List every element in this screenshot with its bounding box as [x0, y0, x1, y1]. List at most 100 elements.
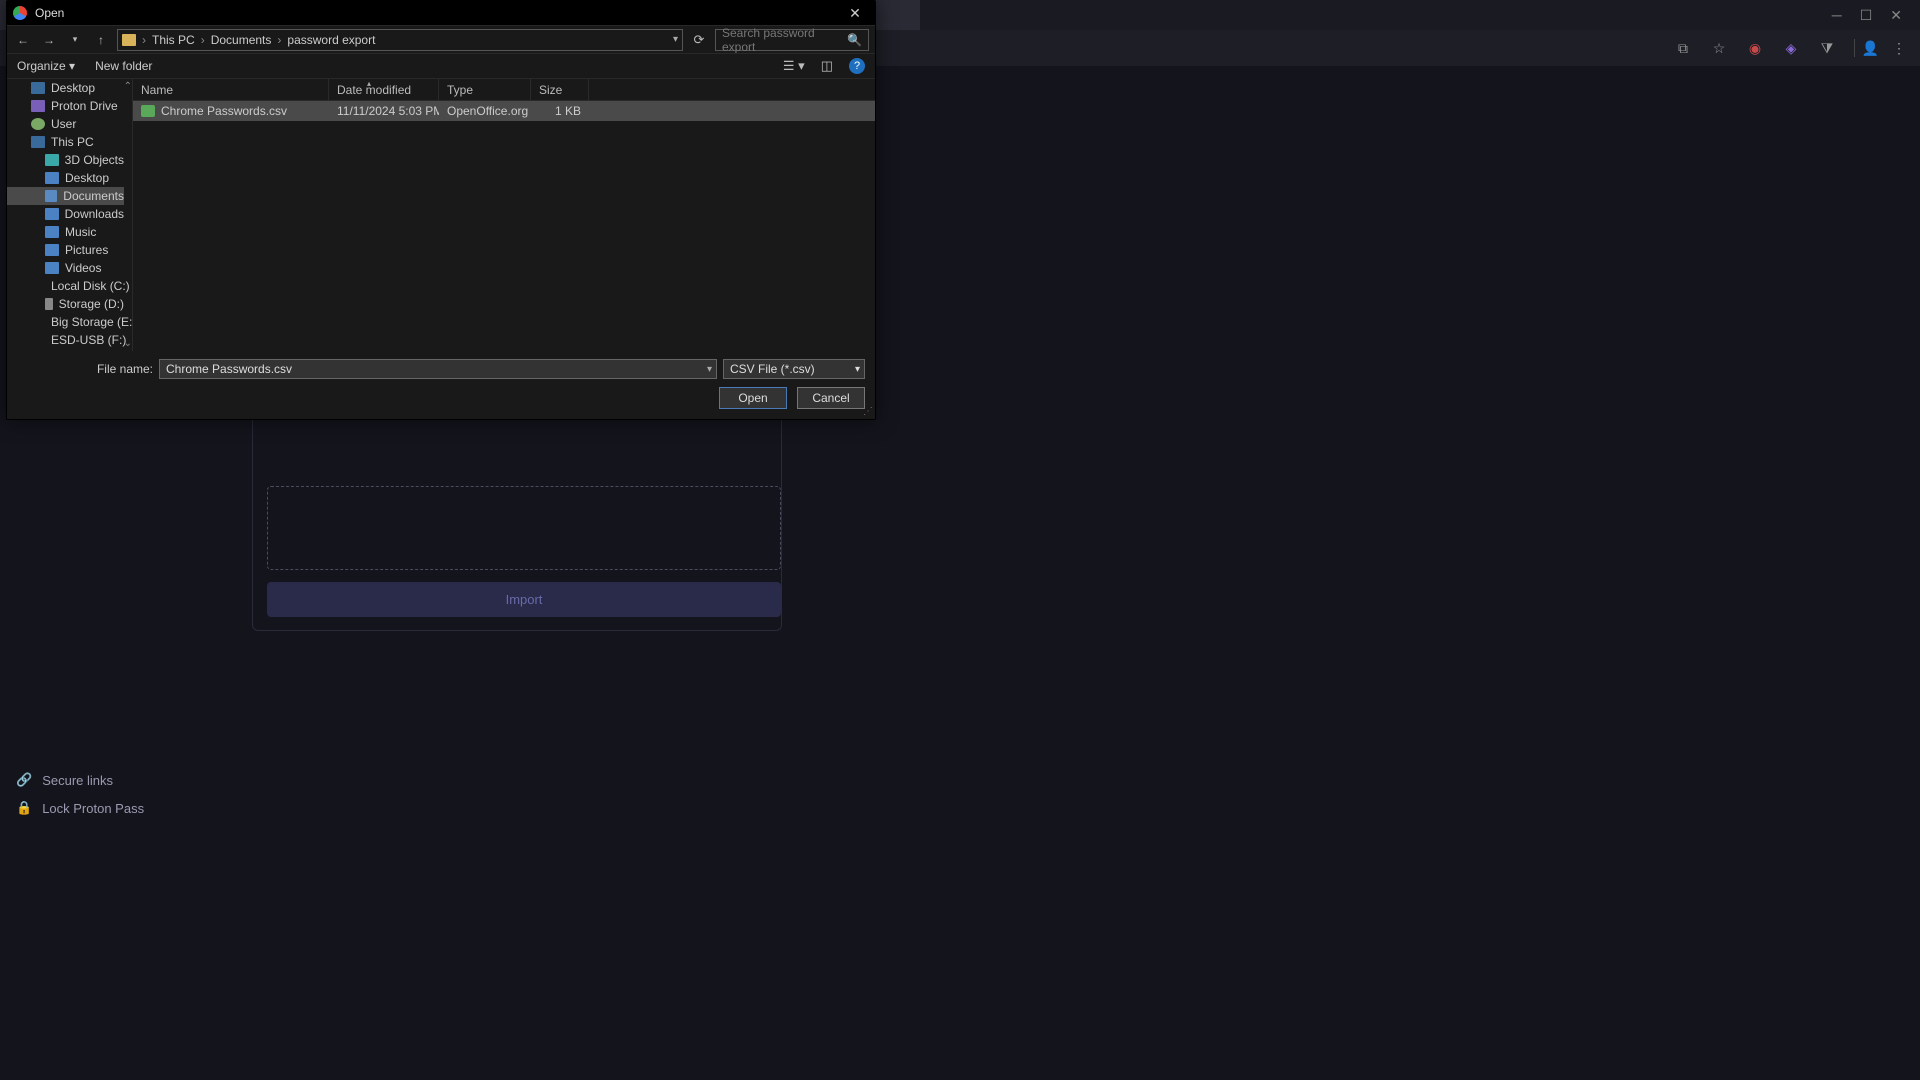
tree-item[interactable]: Pictures	[7, 241, 124, 259]
file-drop-zone[interactable]	[267, 486, 781, 570]
folder-b-icon	[45, 262, 59, 274]
import-panel: Import	[267, 486, 781, 617]
tree-item[interactable]: Desktop	[7, 79, 124, 97]
dialog-body: DesktopProton DriveUserThis PC3D Objects…	[7, 79, 875, 351]
breadcrumb-sep: ›	[201, 33, 205, 47]
tree-item-label: This PC	[51, 135, 94, 149]
nav-forward-button[interactable]: →	[39, 30, 59, 50]
nav-back-button[interactable]: ←	[13, 30, 33, 50]
sort-indicator-icon: ▴	[367, 79, 371, 88]
import-button[interactable]: Import	[267, 582, 781, 617]
folder-icon	[122, 34, 136, 46]
file-name-value: Chrome Passwords.csv	[166, 362, 292, 376]
file-type: OpenOffice.org 1....	[439, 104, 531, 118]
tree-item[interactable]: Videos	[7, 259, 124, 277]
file-name-input[interactable]: Chrome Passwords.csv ▾	[159, 359, 717, 379]
file-size: 1 KB	[531, 104, 589, 118]
tree-scroll-indicator[interactable]: ⌃⌄	[124, 79, 132, 351]
tree-item-label: Videos	[65, 261, 101, 275]
tree-item[interactable]: Storage (D:)	[7, 295, 124, 313]
address-dropdown-icon[interactable]: ▾	[673, 34, 678, 45]
user-icon	[31, 118, 45, 130]
address-bar[interactable]: › This PC › Documents › password export …	[117, 29, 683, 51]
tree-item-label: Music	[65, 225, 96, 239]
dialog-titlebar[interactable]: Open ✕	[7, 1, 875, 25]
new-folder-button[interactable]: New folder	[95, 59, 152, 73]
file-name: Chrome Passwords.csv	[161, 104, 287, 118]
doc-icon	[45, 190, 57, 202]
tree-item[interactable]: Documents	[7, 187, 124, 205]
column-modified[interactable]: Date modified	[329, 79, 439, 100]
open-button[interactable]: Open	[719, 387, 787, 409]
breadcrumb-pc[interactable]: This PC	[152, 33, 195, 47]
install-icon[interactable]: ⧉	[1674, 39, 1692, 57]
nav-up-button[interactable]: ↑	[91, 30, 111, 50]
tree-item-label: Documents	[63, 189, 124, 203]
window-maximize-icon[interactable]: ☐	[1860, 7, 1873, 24]
tree-item[interactable]: Music	[7, 223, 124, 241]
dialog-nav-bar: ← → ▾ ↑ › This PC › Documents › password…	[7, 25, 875, 53]
preview-pane-button[interactable]: ◫	[821, 58, 833, 74]
dialog-footer: File name: Chrome Passwords.csv ▾ CSV Fi…	[7, 351, 875, 419]
tree-item[interactable]: Local Disk (C:)	[7, 277, 124, 295]
lock-icon: 🔒	[16, 800, 32, 816]
tree-item-label: Big Storage (E:)	[51, 315, 133, 329]
secure-links-link[interactable]: 🔗 Secure links	[16, 766, 224, 794]
help-button[interactable]: ?	[849, 58, 865, 74]
file-row[interactable]: Chrome Passwords.csv 11/11/2024 5:03 PM …	[133, 101, 875, 121]
tree-item[interactable]: ESD-USB (F:)	[7, 331, 124, 349]
organize-menu[interactable]: Organize ▾	[17, 59, 75, 73]
nav-recent-dropdown[interactable]: ▾	[65, 30, 85, 50]
column-name[interactable]: Name	[133, 79, 329, 100]
profile-icon[interactable]: 👤	[1854, 39, 1872, 57]
extensions-icon[interactable]: ⧩	[1818, 39, 1836, 57]
tree-item[interactable]: Downloads	[7, 205, 124, 223]
dialog-close-button[interactable]: ✕	[841, 5, 869, 22]
chrome-logo-icon	[13, 6, 27, 20]
file-type-value: CSV File (*.csv)	[730, 362, 815, 376]
breadcrumb-documents[interactable]: Documents	[211, 33, 272, 47]
monitor-icon	[31, 82, 45, 94]
column-headers: Name Date modified Type Size	[133, 79, 875, 101]
tree-item-label: Local Disk (C:)	[51, 279, 130, 293]
bookmark-star-icon[interactable]: ☆	[1710, 39, 1728, 57]
lock-proton-label: Lock Proton Pass	[42, 801, 144, 816]
file-type-select[interactable]: CSV File (*.csv) ▾	[723, 359, 865, 379]
nav-tree[interactable]: DesktopProton DriveUserThis PC3D Objects…	[7, 79, 133, 351]
search-placeholder: Search password export	[722, 26, 847, 54]
tree-item-label: ESD-USB (F:)	[51, 333, 126, 347]
lock-proton-link[interactable]: 🔒 Lock Proton Pass	[16, 794, 224, 822]
proton-ext-icon[interactable]: ◈	[1782, 39, 1800, 57]
tree-item[interactable]: Proton Drive	[7, 97, 124, 115]
file-name-dropdown-icon[interactable]: ▾	[707, 364, 712, 375]
search-box[interactable]: Search password export 🔍	[715, 29, 869, 51]
tree-item[interactable]: Desktop	[7, 169, 124, 187]
file-name-label: File name:	[17, 362, 153, 376]
resize-grip-icon[interactable]: ⋰	[863, 406, 873, 417]
refresh-button[interactable]: ⟳	[689, 32, 709, 48]
view-options-button[interactable]: ☰ ▾	[783, 58, 805, 74]
search-icon: 🔍	[847, 33, 862, 47]
cancel-button[interactable]: Cancel	[797, 387, 865, 409]
folder-b-icon	[45, 226, 59, 238]
window-close-icon[interactable]: ✕	[1890, 7, 1902, 24]
file-list[interactable]: ▴ Name Date modified Type Size Chrome Pa…	[133, 79, 875, 351]
tree-item[interactable]: User	[7, 115, 124, 133]
file-type-dropdown-icon[interactable]: ▾	[855, 364, 860, 375]
column-type[interactable]: Type	[439, 79, 531, 100]
window-controls: ─ ☐ ✕	[1814, 0, 1920, 30]
breadcrumb-sep: ›	[142, 33, 146, 47]
monitor-icon	[31, 136, 45, 148]
breadcrumb-folder[interactable]: password export	[287, 33, 375, 47]
dialog-toolbar: Organize ▾ New folder ☰ ▾ ◫ ?	[7, 53, 875, 79]
browser-menu-icon[interactable]: ⋮	[1890, 39, 1908, 57]
purple-icon	[31, 100, 45, 112]
tree-item[interactable]: Big Storage (E:)	[7, 313, 124, 331]
tree-item[interactable]: 3D Objects	[7, 151, 124, 169]
tree-item-label: Pictures	[65, 243, 108, 257]
ublock-icon[interactable]: ◉	[1746, 39, 1764, 57]
tree-item[interactable]: This PC	[7, 133, 124, 151]
column-size[interactable]: Size	[531, 79, 589, 100]
sidebar-footer: 🔗 Secure links 🔒 Lock Proton Pass	[0, 758, 240, 830]
window-minimize-icon[interactable]: ─	[1832, 7, 1842, 23]
